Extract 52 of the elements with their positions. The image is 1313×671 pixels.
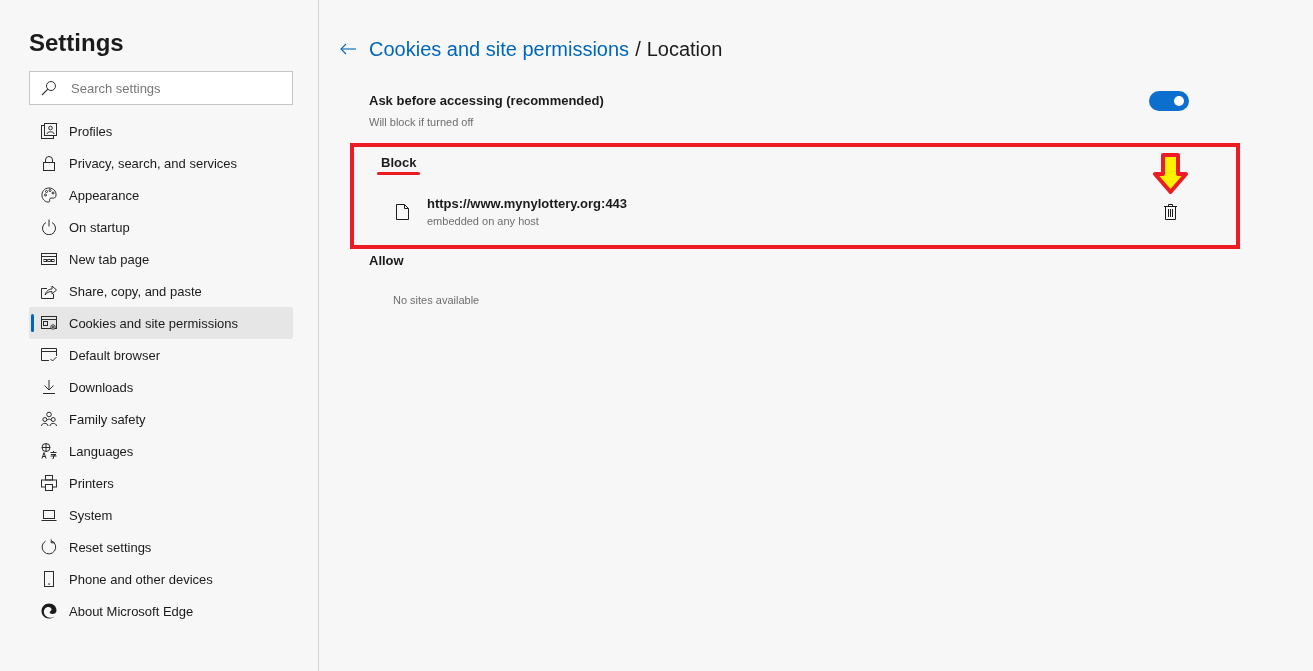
- site-url: https://www.mynylottery.org:443: [427, 195, 628, 213]
- breadcrumb-link[interactable]: Cookies and site permissions: [369, 37, 630, 61]
- sidebar-item[interactable]: Default browser: [29, 339, 293, 371]
- power-icon: [41, 219, 57, 235]
- download-icon: [41, 379, 57, 395]
- cookie-settings-icon: [41, 315, 57, 331]
- page-title: Location: [646, 37, 723, 61]
- sidebar-item[interactable]: New tab page: [29, 243, 293, 275]
- site-detail: embedded on any host: [427, 214, 539, 229]
- back-button[interactable]: [340, 43, 356, 55]
- reset-icon: [41, 539, 57, 555]
- sidebar-item[interactable]: Languages: [29, 435, 293, 467]
- sidebar-item[interactable]: About Microsoft Edge: [29, 595, 293, 627]
- phone-icon: [41, 571, 57, 587]
- profile-icon: [41, 123, 57, 139]
- sidebar-item[interactable]: Share, copy, and paste: [29, 275, 293, 307]
- sidebar-item[interactable]: Reset settings: [29, 531, 293, 563]
- swirl-logo-icon: [41, 603, 57, 619]
- lock-icon: [41, 155, 57, 171]
- share-icon: [41, 283, 57, 299]
- empty-message: No sites available: [393, 293, 480, 308]
- sidebar-item[interactable]: Profiles: [29, 115, 293, 147]
- setting-description: Will block if turned off: [369, 115, 475, 130]
- sidebar-item[interactable]: Downloads: [29, 371, 293, 403]
- section-title: Block: [381, 155, 417, 171]
- setting-label: Ask before accessing (recommended): [369, 92, 604, 110]
- sidebar-item[interactable]: System: [29, 499, 293, 531]
- back-arrow-icon: [340, 43, 356, 55]
- breadcrumb-separator: /: [635, 37, 641, 61]
- search-icon: [41, 80, 57, 96]
- browser-window-icon: [41, 347, 57, 363]
- settings-title: Settings: [29, 28, 124, 58]
- sidebar-item[interactable]: Appearance: [29, 179, 293, 211]
- underline-mark: [377, 172, 421, 175]
- sidebar-item[interactable]: On startup: [29, 211, 293, 243]
- sidebar-item[interactable]: Cookies and site permissions: [29, 307, 293, 339]
- laptop-icon: [41, 507, 57, 523]
- file-icon: [396, 204, 409, 220]
- sidebar-item[interactable]: Printers: [29, 467, 293, 499]
- search-field[interactable]: Search settings: [29, 71, 293, 105]
- sidebar-item[interactable]: Phone and other devices: [29, 563, 293, 595]
- sidebar-item[interactable]: Family safety: [29, 403, 293, 435]
- palette-icon: [41, 187, 57, 203]
- new-tab-icon: [41, 251, 57, 267]
- section-title: Allow: [369, 252, 404, 270]
- delete-button[interactable]: [1164, 204, 1177, 220]
- printer-icon: [41, 475, 57, 491]
- toggle-switch[interactable]: [1149, 91, 1189, 111]
- language-icon: [41, 443, 57, 459]
- sidebar-item[interactable]: Privacy, search, and services: [29, 147, 293, 179]
- people-icon: [41, 411, 57, 427]
- trash-icon: [1164, 204, 1177, 220]
